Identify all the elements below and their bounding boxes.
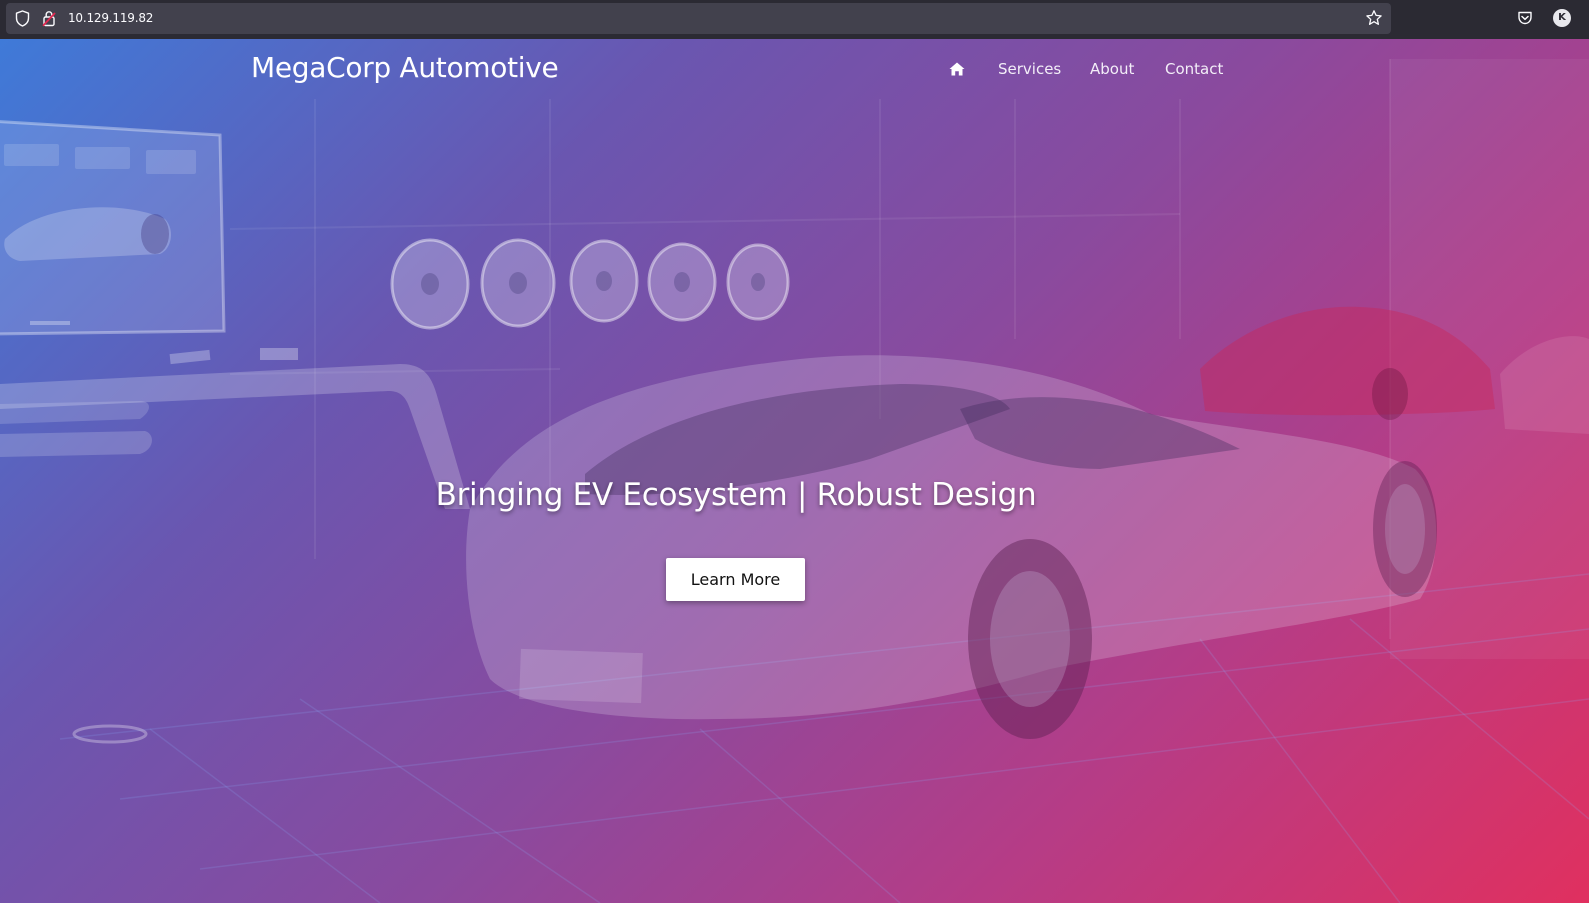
address-bar[interactable]: 10.129.119.82 xyxy=(6,3,1391,34)
learn-more-button[interactable]: Learn More xyxy=(666,558,805,601)
hero-title: Bringing EV Ecosystem | Robust Design xyxy=(435,477,1037,513)
home-icon[interactable] xyxy=(949,61,965,80)
shield-icon[interactable] xyxy=(15,10,30,31)
browser-toolbar: 10.129.119.82 K xyxy=(0,0,1589,39)
nav-link-contact[interactable]: Contact xyxy=(1165,60,1223,78)
nav-link-about[interactable]: About xyxy=(1090,60,1134,78)
nav-link-services[interactable]: Services xyxy=(998,60,1061,78)
account-avatar[interactable]: K xyxy=(1553,9,1571,27)
site-navbar: MegaCorp Automotive Services About Conta… xyxy=(0,39,1589,99)
showroom-background-image xyxy=(0,59,1589,903)
star-icon[interactable] xyxy=(1365,9,1383,31)
site-brand[interactable]: MegaCorp Automotive xyxy=(251,51,559,84)
url-text[interactable]: 10.129.119.82 xyxy=(68,11,153,25)
hero-section: MegaCorp Automotive Services About Conta… xyxy=(0,39,1589,903)
pocket-icon[interactable] xyxy=(1517,10,1533,30)
lock-icon[interactable] xyxy=(42,10,56,31)
